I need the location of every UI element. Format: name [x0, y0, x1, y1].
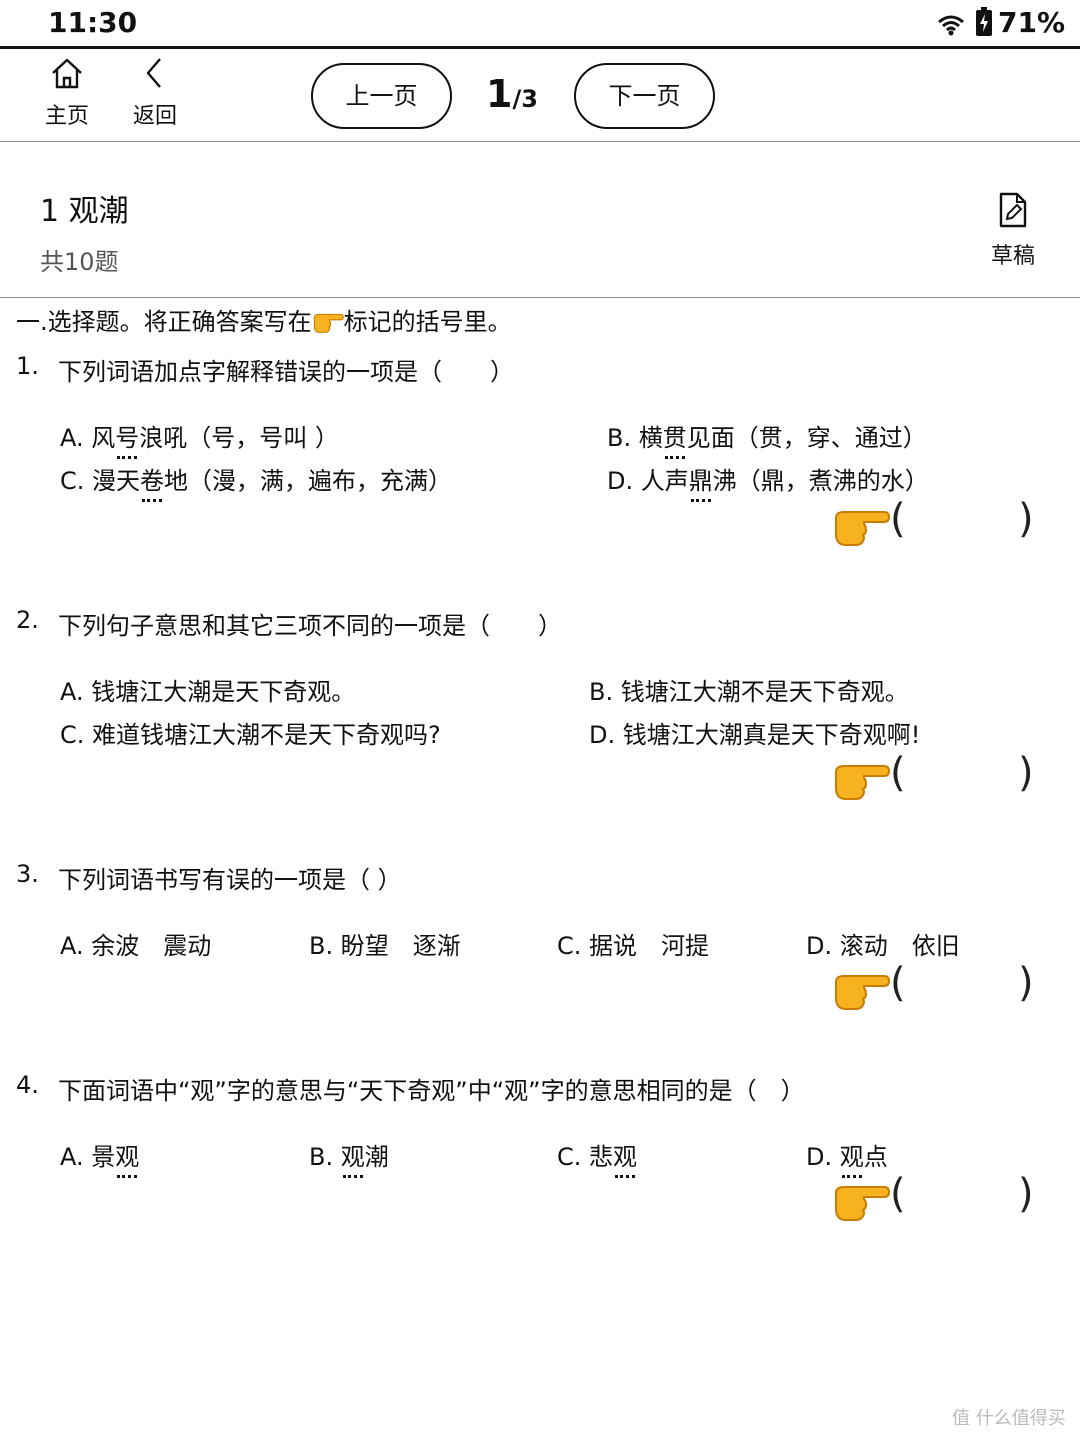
pointing-hand-icon: [835, 1186, 890, 1221]
option-c: C. 漫天卷地（漫，满，遍布，充满）: [60, 461, 452, 502]
answer-slot: ( ): [832, 960, 1034, 1018]
chevron-left-icon: [146, 58, 161, 88]
option-d: D. 滚动 依旧: [806, 932, 960, 960]
answer-paren-close: ): [1018, 750, 1034, 796]
option-b: B. 钱塘江大潮不是天下奇观。: [589, 678, 909, 706]
draft-button[interactable]: 草稿: [980, 192, 1046, 270]
option-a: A. 景观: [60, 1137, 139, 1178]
pointing-hand-icon: [835, 511, 890, 546]
pointing-hand-icon: [313, 313, 344, 333]
next-page-button[interactable]: 下一页: [574, 63, 715, 129]
battery-charging-icon: [976, 7, 992, 36]
question-stem: 下列词语书写有误的一项是（ ）: [58, 866, 402, 894]
option-a: A. 余波 震动: [60, 932, 212, 960]
battery-percentage: 71%: [998, 6, 1066, 39]
question-number: 2.: [16, 606, 39, 634]
option-a: A. 钱塘江大潮是天下奇观。: [60, 678, 356, 706]
question-number: 1.: [16, 352, 39, 380]
answer-paren-open: (: [890, 1171, 906, 1217]
answer-input[interactable]: [906, 1177, 1016, 1229]
question-stem: 下面词语中“观”字的意思与“天下奇观”中“观”字的意思相同的是（ ）: [58, 1077, 805, 1105]
section-instruction: 一.选择题。将正确答案写在 标记的括号里。: [16, 302, 512, 337]
answer-paren-close: ): [1018, 1171, 1034, 1217]
wifi-icon: [938, 15, 964, 36]
option-c: C. 悲观: [557, 1137, 637, 1178]
answer-slot: ( ): [832, 1171, 1034, 1229]
divider: [0, 297, 1080, 298]
option-d: D. 钱塘江大潮真是天下奇观啊!: [589, 721, 921, 749]
page-total: /3: [512, 85, 538, 113]
answer-input[interactable]: [906, 502, 1016, 554]
answer-slot: ( ): [832, 750, 1034, 808]
answer-paren-open: (: [890, 960, 906, 1006]
question-number: 4.: [16, 1071, 39, 1099]
question-stem: 下列词语加点字解释错误的一项是（ ）: [58, 358, 514, 386]
answer-paren-open: (: [890, 750, 906, 796]
home-label: 主页: [44, 104, 89, 129]
question-count: 共10题: [40, 248, 119, 276]
page-current: 1: [486, 72, 513, 116]
question-number: 3.: [16, 860, 39, 888]
answer-paren-close: ): [1018, 496, 1034, 542]
option-a: A. 风号浪吼（号，号叫 ）: [60, 418, 339, 459]
pointing-hand-icon: [835, 975, 890, 1010]
draft-label: 草稿: [990, 244, 1035, 269]
lesson-title: 1 观潮: [40, 194, 129, 229]
answer-input[interactable]: [906, 756, 1016, 808]
question-stem: 下列句子意思和其它三项不同的一项是（ ）: [58, 612, 562, 640]
option-b: B. 盼望 逐渐: [309, 932, 461, 960]
home-button[interactable]: 主页: [38, 56, 96, 130]
option-c: C. 据说 河提: [557, 932, 710, 960]
page-indicator: 1/3: [470, 72, 554, 116]
pointing-hand-icon: [835, 765, 890, 800]
prev-page-button[interactable]: 上一页: [311, 63, 452, 129]
option-b: B. 横贯见面（贯，穿、通过）: [607, 418, 927, 459]
watermark: 值 什么值得买: [952, 1408, 1066, 1429]
answer-paren-open: (: [890, 496, 906, 542]
option-d: D. 人声鼎沸（鼎，煮沸的水）: [607, 461, 929, 502]
back-button[interactable]: 返回: [126, 56, 184, 130]
option-b: B. 观潮: [309, 1137, 389, 1178]
answer-slot: ( ): [832, 496, 1034, 554]
answer-paren-close: ): [1018, 960, 1034, 1006]
home-icon: [52, 58, 82, 89]
option-c: C. 难道钱塘江大潮不是天下奇观吗?: [60, 721, 441, 749]
instruction-text-post: 标记的括号里。: [343, 308, 512, 336]
status-bar: [0, 0, 1080, 49]
edit-note-icon: [999, 192, 1027, 228]
instruction-text-pre: 一.选择题。将正确答案写在: [16, 308, 312, 336]
answer-input[interactable]: [906, 966, 1016, 1018]
status-time: 11:30: [48, 6, 138, 39]
option-d: D. 观点: [806, 1137, 888, 1178]
back-label: 返回: [132, 104, 177, 129]
